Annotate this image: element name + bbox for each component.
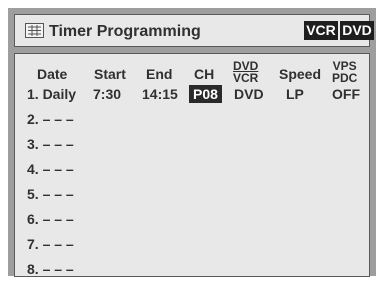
program-1-media[interactable]: DVD xyxy=(234,86,264,102)
column-header-end: End xyxy=(146,66,173,82)
column-header-media: DVD VCR xyxy=(233,60,258,84)
program-4-date[interactable]: 4. – – – xyxy=(27,161,74,177)
tab-dvd[interactable]: DVD xyxy=(340,21,374,40)
program-list-panel: Date Start End CH DVD VCR Speed VPS PDC … xyxy=(14,53,370,277)
program-1-vps[interactable]: OFF xyxy=(332,86,360,102)
program-8-date[interactable]: 8. – – – xyxy=(27,261,74,277)
column-header-ch: CH xyxy=(194,66,215,82)
program-5-date[interactable]: 5. – – – xyxy=(27,186,74,202)
program-3-date[interactable]: 3. – – – xyxy=(27,136,74,152)
column-header-pdc: PDC xyxy=(332,71,358,85)
page-title: Timer Programming xyxy=(49,23,201,40)
column-header-media-vcr: VCR xyxy=(233,71,259,85)
program-1-end[interactable]: 14:15 xyxy=(142,86,178,102)
program-1-channel-selected[interactable]: P08 xyxy=(189,85,222,103)
program-2-date[interactable]: 2. – – – xyxy=(27,111,74,127)
column-header-vps-pdc: VPS PDC xyxy=(332,60,357,84)
column-header-date: Date xyxy=(37,66,68,82)
header-bar: Timer Programming VCR DVD xyxy=(14,14,374,47)
program-6-date[interactable]: 6. – – – xyxy=(27,211,74,227)
timer-menu-icon xyxy=(25,23,44,38)
program-7-date[interactable]: 7. – – – xyxy=(27,236,74,252)
program-1-speed[interactable]: LP xyxy=(286,86,304,102)
column-header-start: Start xyxy=(94,66,126,82)
program-1-date[interactable]: 1. Daily xyxy=(27,86,76,102)
column-header-speed: Speed xyxy=(279,66,322,82)
program-1-start[interactable]: 7:30 xyxy=(93,86,121,102)
tab-vcr[interactable]: VCR xyxy=(304,21,338,40)
